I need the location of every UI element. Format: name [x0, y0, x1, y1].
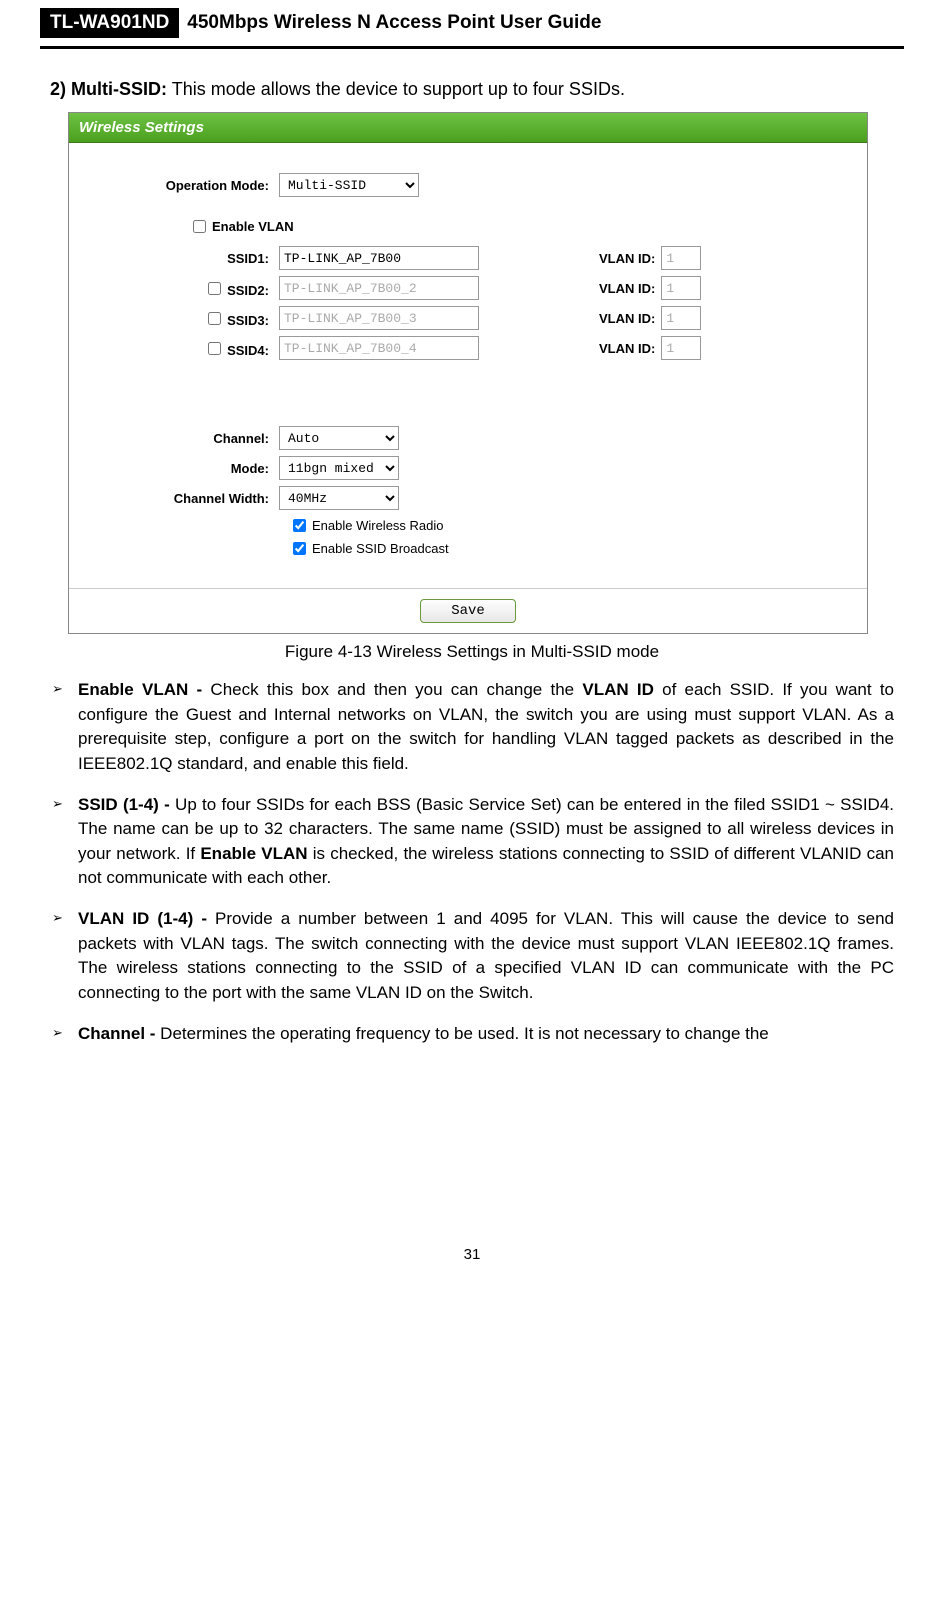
vlan-id-input — [661, 336, 701, 360]
ssid-input[interactable] — [279, 246, 479, 270]
ssid-input — [279, 276, 479, 300]
ssid-input — [279, 306, 479, 330]
enable-radio-checkbox[interactable] — [293, 519, 306, 532]
enable-vlan-label: Enable VLAN — [212, 219, 294, 234]
chwidth-label: Channel Width: — [89, 491, 279, 506]
mode-label: Mode: — [89, 461, 279, 476]
vlan-id-label: VLAN ID: — [599, 311, 655, 326]
bullet-list: Enable VLAN - Check this box and then yo… — [50, 678, 894, 1046]
vlan-id-label: VLAN ID: — [599, 251, 655, 266]
op-mode-label: Operation Mode: — [89, 178, 279, 193]
ssid-label: SSID2: — [227, 283, 269, 298]
ssid-label: SSID4: — [227, 343, 269, 358]
vlan-id-input — [661, 246, 701, 270]
vlan-id-input — [661, 306, 701, 330]
ssid-row: SSID1: VLAN ID: — [89, 246, 847, 270]
ssid-row: SSID3: VLAN ID: — [89, 306, 847, 330]
enable-broadcast-checkbox[interactable] — [293, 542, 306, 555]
ssid-enable-checkbox[interactable] — [208, 282, 221, 295]
figure-caption: Figure 4-13 Wireless Settings in Multi-S… — [40, 642, 904, 662]
vlan-id-input — [661, 276, 701, 300]
mode-select[interactable]: 11bgn mixed — [279, 456, 399, 480]
ssid-enable-checkbox[interactable] — [208, 312, 221, 325]
intro-text: This mode allows the device to support u… — [172, 79, 625, 99]
guide-title: 450Mbps Wireless N Access Point User Gui… — [187, 12, 601, 34]
intro-num: 2) — [50, 79, 66, 99]
op-mode-select[interactable]: Multi-SSID — [279, 173, 419, 197]
bullet-item: SSID (1-4) - Up to four SSIDs for each B… — [50, 793, 894, 892]
ssid-row: SSID2: VLAN ID: — [89, 276, 847, 300]
enable-broadcast-label: Enable SSID Broadcast — [312, 541, 449, 556]
model-badge: TL-WA901ND — [40, 8, 179, 38]
chwidth-select[interactable]: 40MHz — [279, 486, 399, 510]
vlan-id-label: VLAN ID: — [599, 281, 655, 296]
bullet-item: VLAN ID (1-4) - Provide a number between… — [50, 907, 894, 1006]
ssid-label: SSID1: — [227, 251, 269, 266]
ssid-input — [279, 336, 479, 360]
ssid-row: SSID4: VLAN ID: — [89, 336, 847, 360]
vlan-id-label: VLAN ID: — [599, 341, 655, 356]
save-button[interactable]: Save — [420, 599, 516, 623]
doc-header: TL-WA901ND 450Mbps Wireless N Access Poi… — [40, 0, 904, 49]
page-number: 31 — [40, 1246, 904, 1263]
bullet-item: Channel - Determines the operating frequ… — [50, 1022, 894, 1047]
ssid-label: SSID3: — [227, 313, 269, 328]
bullet-item: Enable VLAN - Check this box and then yo… — [50, 678, 894, 777]
channel-label: Channel: — [89, 431, 279, 446]
panel-title: Wireless Settings — [69, 113, 867, 143]
enable-vlan-checkbox[interactable] — [193, 220, 206, 233]
ssid-enable-checkbox[interactable] — [208, 342, 221, 355]
wireless-settings-panel: Wireless Settings Operation Mode: Multi-… — [68, 112, 868, 634]
section-intro: 2) Multi-SSID: This mode allows the devi… — [50, 79, 904, 100]
channel-select[interactable]: Auto — [279, 426, 399, 450]
enable-radio-label: Enable Wireless Radio — [312, 518, 444, 533]
intro-label: Multi-SSID: — [71, 79, 167, 99]
